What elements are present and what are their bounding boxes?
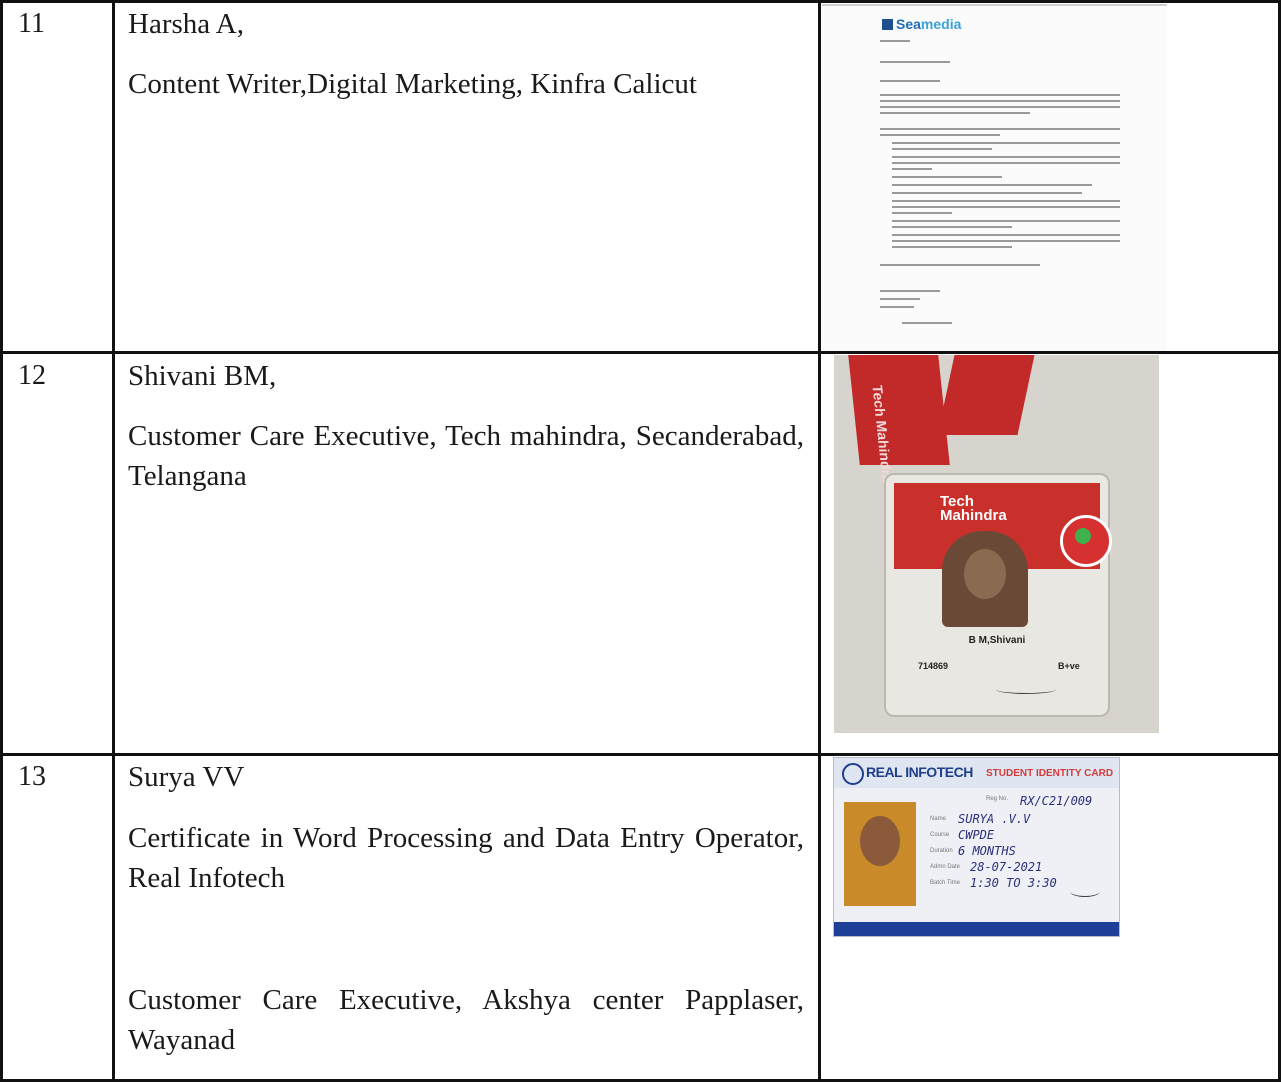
student-card-brand: REAL INFOTECH — [866, 764, 973, 780]
id-card-brand: Tech Mahindra — [940, 493, 1007, 524]
real-infotech-logo-icon — [842, 763, 864, 785]
person-name: Harsha A, — [128, 8, 244, 40]
student-card-title: STUDENT IDENTITY CARD — [986, 768, 1114, 779]
lanyard — [937, 355, 1035, 435]
lanyard: Tech Mahindra — [848, 355, 950, 483]
signature — [996, 685, 1056, 694]
id-card-name: B M,Shivani — [968, 635, 1026, 646]
job-description: Content Writer,Digital Marketing, Kinfra… — [128, 68, 697, 100]
offer-letter-image: Seamedia — [822, 4, 1167, 351]
course-code: CWPDE — [958, 828, 995, 842]
employee-id-card-photo: Tech Mahindra Tech Mahindra B M,Shivani … — [834, 355, 1159, 733]
id-card-number: 714869 — [918, 661, 949, 671]
row-number: 12 — [18, 360, 46, 391]
job-description: Customer Care Executive, Tech mahindra, … — [128, 420, 804, 492]
batch-time: 1:30 TO 3:30 — [970, 876, 1057, 890]
reg-number: RX/C21/009 — [1020, 794, 1093, 808]
id-card-blood-group: B+ve — [1058, 661, 1080, 671]
person-name: Surya VV — [128, 761, 245, 793]
job-description: Customer Care Executive, Akshya center P… — [128, 984, 804, 1056]
course-description: Certificate in Word Processing and Data … — [128, 822, 804, 894]
id-card-portrait — [942, 531, 1028, 627]
table-border-left — [0, 0, 3, 1082]
seamedia-logo: Seamedia — [882, 16, 961, 32]
row-number: 11 — [18, 8, 45, 39]
student-name: SURYA .V.V — [958, 812, 1031, 826]
admission-date: 28-07-2021 — [970, 860, 1043, 874]
column-divider — [112, 0, 115, 1082]
logo-square-icon — [882, 19, 893, 30]
student-portrait — [844, 802, 916, 906]
id-card-holder: Tech Mahindra B M,Shivani 714869 B+ve — [884, 473, 1112, 717]
student-id-card-photo: REAL INFOTECH STUDENT IDENTITY CARD Reg … — [833, 757, 1120, 937]
row-divider — [0, 351, 1281, 354]
row-number: 13 — [18, 761, 46, 792]
row-divider — [0, 753, 1281, 756]
vaccinated-badge-icon — [1060, 515, 1112, 567]
table-border-top — [0, 0, 1281, 3]
person-name: Shivani BM, — [128, 360, 277, 392]
course-duration: 6 MONTHS — [958, 844, 1016, 858]
signature — [1070, 886, 1100, 897]
column-divider — [818, 0, 821, 1082]
